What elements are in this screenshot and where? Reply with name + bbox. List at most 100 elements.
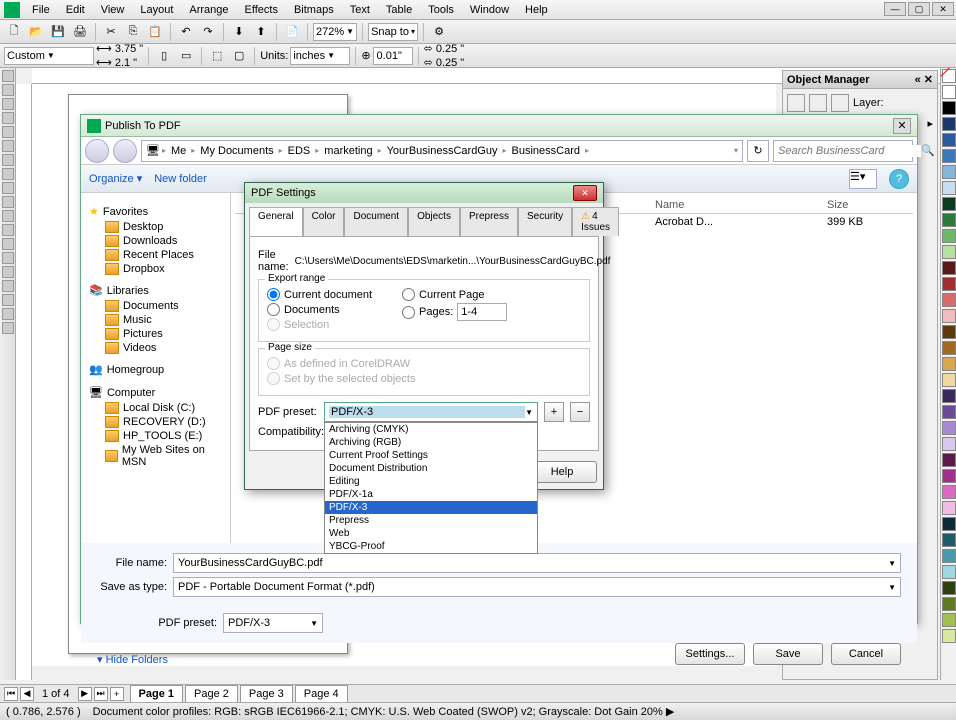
color-swatch[interactable] xyxy=(942,101,956,115)
cancel-button[interactable]: Cancel xyxy=(831,643,901,665)
menu-layout[interactable]: Layout xyxy=(132,2,181,18)
dd-item[interactable]: YBCG-Proof xyxy=(325,540,537,553)
menu-table[interactable]: Table xyxy=(378,2,420,18)
interactive-tool-icon[interactable] xyxy=(2,266,14,278)
homegroup-header[interactable]: Homegroup xyxy=(107,364,164,376)
hide-folders-link[interactable]: ▾ Hide Folders xyxy=(81,649,184,670)
dimension-tool-icon[interactable] xyxy=(2,238,14,250)
tree-item-dropbox[interactable]: Dropbox xyxy=(85,262,226,276)
breadcrumb-item[interactable]: Me xyxy=(168,145,189,157)
dd-item[interactable]: Archiving (CMYK) xyxy=(325,423,537,436)
refresh-button[interactable]: ↻ xyxy=(747,140,769,162)
freehand-tool-icon[interactable] xyxy=(2,126,14,138)
dd-item[interactable]: Editing xyxy=(325,475,537,488)
portrait-icon[interactable]: ▯ xyxy=(154,46,174,66)
tree-item-music[interactable]: Music xyxy=(85,313,226,327)
landscape-icon[interactable]: ▭ xyxy=(176,46,196,66)
pdf-preset-combo[interactable]: PDF/X-3 ▼ Archiving (CMYK) Archiving (RG… xyxy=(324,402,538,422)
current-page-icon[interactable]: ▢ xyxy=(229,46,249,66)
color-swatch[interactable] xyxy=(942,485,956,499)
copy-icon[interactable]: ⎘ xyxy=(123,22,143,42)
nav-forward-button[interactable] xyxy=(113,139,137,163)
close-button[interactable]: ✕ xyxy=(932,2,954,16)
color-swatch[interactable] xyxy=(942,149,956,163)
export-icon[interactable]: ⬆ xyxy=(251,22,271,42)
favorites-header[interactable]: Favorites xyxy=(103,206,148,218)
pdf-settings-titlebar[interactable]: PDF Settings ✕ xyxy=(245,183,603,203)
eyedropper-icon[interactable] xyxy=(2,280,14,292)
tab-general[interactable]: General xyxy=(249,207,303,236)
pdf-settings-close-button[interactable]: ✕ xyxy=(573,185,597,201)
breadcrumb-bar[interactable]: 🖥▸ Me▸ My Documents▸ EDS▸ marketing▸ You… xyxy=(141,140,743,162)
dd-item[interactable]: Document Distribution xyxy=(325,462,537,475)
layer-view-icon[interactable] xyxy=(831,94,849,112)
new-folder-button[interactable]: New folder xyxy=(154,173,207,185)
color-swatch[interactable] xyxy=(942,325,956,339)
tree-item-c[interactable]: Local Disk (C:) xyxy=(85,401,226,415)
publish-close-button[interactable]: ✕ xyxy=(893,118,911,134)
tree-item-desktop[interactable]: Desktop xyxy=(85,220,226,234)
page-tab-1[interactable]: Page 1 xyxy=(130,685,183,703)
minimize-button[interactable]: — xyxy=(884,2,906,16)
redo-icon[interactable]: ↷ xyxy=(198,22,218,42)
maximize-button[interactable]: ▢ xyxy=(908,2,930,16)
docker-collapse-icon[interactable]: « xyxy=(915,74,921,86)
outline-icon[interactable] xyxy=(2,294,14,306)
color-swatch[interactable] xyxy=(942,613,956,627)
page-tab-2[interactable]: Page 2 xyxy=(185,685,238,703)
add-page-button[interactable]: + xyxy=(110,687,124,701)
color-swatch[interactable] xyxy=(942,293,956,307)
color-swatch[interactable] xyxy=(942,181,956,195)
add-preset-button[interactable]: + xyxy=(544,402,564,422)
menu-arrange[interactable]: Arrange xyxy=(181,2,236,18)
dd-item[interactable]: PDF/X-1a xyxy=(325,488,537,501)
page-preset-combo[interactable]: Custom▼ xyxy=(4,47,94,65)
color-swatch[interactable] xyxy=(942,581,956,595)
pages-range-input[interactable] xyxy=(457,303,507,321)
publish-titlebar[interactable]: Publish To PDF ✕ xyxy=(81,115,917,137)
menu-help[interactable]: Help xyxy=(517,2,556,18)
shape-tool-icon[interactable] xyxy=(2,84,14,96)
pdf-preset-dropdown[interactable]: Archiving (CMYK) Archiving (RGB) Current… xyxy=(324,422,538,554)
ellipse-tool-icon[interactable] xyxy=(2,168,14,180)
save-as-type-combo[interactable]: PDF - Portable Document Format (*.pdf)▼ xyxy=(173,577,901,597)
menu-window[interactable]: Window xyxy=(462,2,517,18)
smart-fill-icon[interactable] xyxy=(2,140,14,152)
rectangle-tool-icon[interactable] xyxy=(2,154,14,166)
color-swatch[interactable] xyxy=(942,453,956,467)
color-swatch[interactable] xyxy=(942,197,956,211)
print-icon[interactable]: 🖨 xyxy=(70,22,90,42)
color-swatch[interactable] xyxy=(942,389,956,403)
color-swatch[interactable] xyxy=(942,261,956,275)
units-combo[interactable]: inches▼ xyxy=(290,47,350,65)
dd-item[interactable]: Current Proof Settings xyxy=(325,449,537,462)
dd-item[interactable]: Web xyxy=(325,527,537,540)
tree-item-e[interactable]: HP_TOOLS (E:) xyxy=(85,429,226,443)
paste-icon[interactable]: 📋 xyxy=(145,22,165,42)
basic-shapes-icon[interactable] xyxy=(2,196,14,208)
tree-item-videos[interactable]: Videos xyxy=(85,341,226,355)
breadcrumb-item[interactable]: EDS xyxy=(285,145,314,157)
pdf-preset-combo-outer[interactable]: PDF/X-3▼ xyxy=(223,613,323,633)
menu-view[interactable]: View xyxy=(93,2,133,18)
color-swatch[interactable] xyxy=(942,213,956,227)
open-icon[interactable]: 📂 xyxy=(26,22,46,42)
prev-page-button[interactable]: ◀ xyxy=(20,687,34,701)
radio-current-document[interactable] xyxy=(267,288,280,301)
color-swatch[interactable] xyxy=(942,229,956,243)
next-page-button[interactable]: ▶ xyxy=(78,687,92,701)
tree-item-downloads[interactable]: Downloads xyxy=(85,234,226,248)
menu-effects[interactable]: Effects xyxy=(237,2,286,18)
tree-item-pictures[interactable]: Pictures xyxy=(85,327,226,341)
all-pages-icon[interactable]: ⬚ xyxy=(207,46,227,66)
radio-documents[interactable] xyxy=(267,303,280,316)
color-swatch[interactable] xyxy=(942,245,956,259)
layer-flyout-icon[interactable]: ▸ xyxy=(927,117,933,130)
color-swatch[interactable] xyxy=(942,85,956,99)
view-mode-button[interactable]: ☰▾ xyxy=(849,169,877,189)
connector-tool-icon[interactable] xyxy=(2,252,14,264)
interactive-fill-icon[interactable] xyxy=(2,322,14,334)
color-swatch[interactable] xyxy=(942,629,956,643)
nudge-input[interactable] xyxy=(373,47,413,65)
file-name-field[interactable]: YourBusinessCardGuyBC.pdf▼ xyxy=(173,553,901,573)
